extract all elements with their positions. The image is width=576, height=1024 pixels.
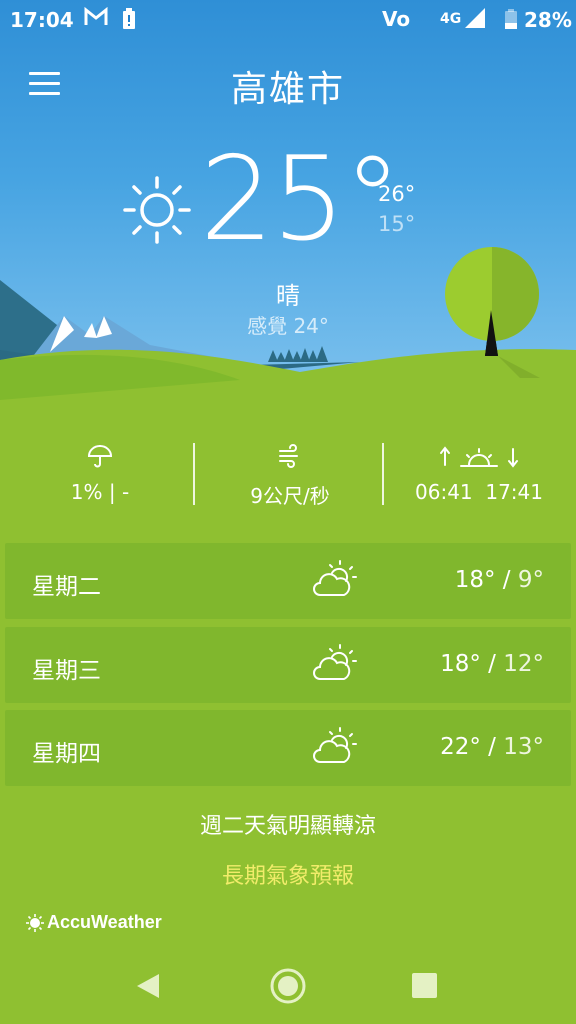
sunrise-time: 06:41	[415, 480, 473, 504]
forecast-low: 13°	[503, 734, 544, 760]
navigation-bar	[0, 950, 576, 1024]
forecast-day: 星期四	[32, 741, 101, 767]
status-time: 17:04	[10, 8, 74, 32]
battery-percent: 28%	[524, 8, 572, 32]
precipitation-detail: 1% | -	[4, 440, 196, 504]
battery-alert-icon	[122, 8, 136, 30]
signal-icon	[463, 8, 489, 33]
divider	[193, 443, 195, 505]
weather-summary: 週二天氣明顯轉涼	[199, 814, 376, 839]
low-temperature: 15°	[378, 212, 416, 236]
partly-cloudy-icon	[312, 726, 360, 770]
high-temperature: 26°	[378, 182, 416, 206]
landscape-illustration	[0, 247, 576, 440]
details-row: 1% | - 9公尺/秒 06:41 17:41	[0, 440, 576, 510]
forecast-temps: 18° / 12°	[440, 651, 544, 677]
partly-cloudy-icon	[312, 643, 360, 687]
sunset-time: 17:41	[485, 480, 543, 504]
forecast-low: 9°	[517, 567, 544, 593]
recent-apps-icon[interactable]	[412, 973, 437, 998]
sun-times-detail: 06:41 17:41	[383, 440, 575, 504]
wind-detail: 9公尺/秒	[194, 440, 386, 509]
forecast-temps: 18° / 9°	[454, 567, 544, 593]
wind-value: 9公尺/秒	[250, 484, 330, 508]
forecast-high: 18°	[454, 567, 496, 593]
precipitation-value: 1% | -	[70, 480, 130, 504]
forecast-row[interactable]: 星期三 18° / 12°	[5, 627, 571, 703]
wind-icon	[194, 440, 386, 472]
forecast-day: 星期三	[32, 658, 101, 684]
gmail-icon	[84, 6, 108, 33]
forecast-day: 星期二	[32, 574, 101, 600]
forecast-high: 22°	[440, 734, 481, 760]
sunrise-sunset-icon	[383, 440, 575, 472]
long-range-forecast-link[interactable]: 長期氣象預報	[0, 858, 576, 890]
network-type: 4G	[440, 11, 462, 27]
forecast-low: 12°	[503, 651, 544, 677]
umbrella-icon	[4, 440, 196, 472]
accuweather-sun-icon	[26, 913, 44, 932]
back-icon[interactable]	[135, 972, 161, 1004]
current-temperature: 25°	[200, 132, 402, 267]
sun-icon	[122, 175, 192, 249]
weather-condition: 晴	[276, 282, 300, 310]
brand-name: AccuWeather	[47, 912, 162, 932]
forecast-row[interactable]: 星期二 18° / 9°	[5, 543, 571, 619]
volte-indicator: Vo	[382, 7, 411, 31]
accuweather-logo[interactable]: AccuWeather	[26, 912, 162, 933]
forecast-row[interactable]: 星期四 22° / 13°	[5, 710, 571, 786]
city-title[interactable]: 高雄市	[0, 60, 576, 112]
home-icon[interactable]	[269, 967, 307, 1009]
status-bar: 17:04 Vo 4G 28%	[0, 0, 576, 40]
battery-icon	[505, 9, 517, 34]
sun-times-value: 06:41 17:41	[383, 480, 575, 504]
forecast-high: 18°	[440, 651, 481, 677]
divider	[382, 443, 384, 505]
feels-like: 感覺 24°	[247, 314, 329, 338]
forecast-temps: 22° / 13°	[440, 734, 544, 760]
partly-cloudy-icon	[312, 559, 360, 603]
